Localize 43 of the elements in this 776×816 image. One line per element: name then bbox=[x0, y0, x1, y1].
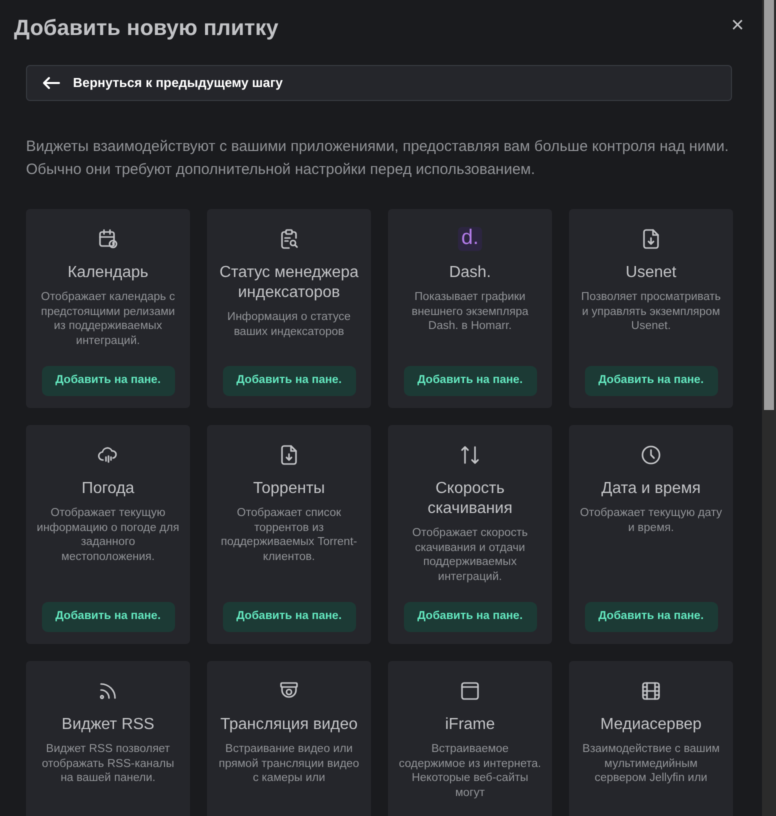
intro-text: Виджеты взаимодействуют с вашими приложениями, предоставляя вам больше контроля над ними. Обычно они требуют дополнительной настройки перед использованием. bbox=[26, 137, 730, 180]
add-to-board-button[interactable]: Добавить на пане. bbox=[222, 366, 356, 396]
widget-description: Показывает графики внешнего экземпляра Dash. в Homarr. bbox=[410, 290, 530, 334]
widget-description: Отображает текущую информацию о погоде для заданного местоположения. bbox=[36, 506, 180, 564]
widget-title: Календарь bbox=[68, 263, 148, 283]
widget-title: Трансляция видео bbox=[220, 715, 358, 735]
widget-title: Скорость скачивания bbox=[426, 479, 514, 519]
arrow-left-icon bbox=[41, 76, 61, 90]
widget-description: Встраиваемое содержимое из интернета. Некоторые веб-сайты могут bbox=[398, 742, 542, 800]
close-button[interactable]: × bbox=[727, 12, 748, 38]
widget-description: Виджет RSS позволяет отображать RSS-каналы на вашей панели. bbox=[40, 742, 176, 786]
scrollbar[interactable] bbox=[762, 0, 776, 816]
widget-description: Отображает календарь с предстоящими релизами из поддерживаемых интеграций. bbox=[40, 290, 176, 348]
modal-title: Добавить новую плитку bbox=[14, 14, 280, 42]
add-to-board-button[interactable]: Добавить на пане. bbox=[42, 366, 174, 396]
add-to-board-button[interactable]: Добавить на пане. bbox=[42, 602, 174, 632]
clock-icon bbox=[639, 443, 663, 467]
widget-description: Информация о статусе ваших индексаторов bbox=[226, 310, 352, 339]
widget-title: Медиасервер bbox=[600, 715, 702, 735]
widget-description: Отображает текущую дату и время. bbox=[579, 506, 723, 535]
add-to-board-button[interactable]: Добавить на пане. bbox=[584, 602, 718, 632]
widget-description: Встраивание видео или прямой трансляции видео с камеры или bbox=[218, 742, 360, 786]
back-button[interactable]: Вернуться к предыдущему шагу bbox=[26, 65, 732, 101]
widget-title: Погода bbox=[82, 479, 134, 499]
widget-title: Торренты bbox=[253, 479, 325, 499]
film-icon bbox=[639, 679, 663, 703]
dash-logo: d. bbox=[458, 227, 482, 251]
browser-window-icon bbox=[458, 679, 482, 703]
widget-title: Статус менеджера индексаторов bbox=[218, 263, 360, 303]
add-to-board-button[interactable]: Добавить на пане. bbox=[404, 366, 536, 396]
widget-title: Dash. bbox=[449, 263, 491, 283]
widget-description: Отображает список торрентов из поддерживаемых Torrent-клиентов. bbox=[220, 506, 358, 564]
widget-description: Взаимодействие с вашим мультимедийным сервером Jellyfin или bbox=[581, 742, 721, 786]
widget-title: Usenet bbox=[626, 263, 676, 283]
widget-title: iFrame bbox=[445, 715, 495, 735]
widget-title: Виджет RSS bbox=[62, 715, 154, 735]
widget-title: Дата и время bbox=[601, 479, 701, 499]
add-to-board-button[interactable]: Добавить на пане. bbox=[584, 366, 718, 396]
widget-description: Позволяет просматривать и управлять экземпляром Usenet. bbox=[580, 290, 722, 334]
add-to-board-button[interactable]: Добавить на пане. bbox=[404, 602, 536, 632]
widget-description: Отображает скорость скачивания и отдачи поддерживаемых интеграций. bbox=[411, 526, 529, 584]
add-to-board-button[interactable]: Добавить на пане. bbox=[222, 602, 356, 632]
calendar-clock-icon bbox=[96, 227, 120, 251]
